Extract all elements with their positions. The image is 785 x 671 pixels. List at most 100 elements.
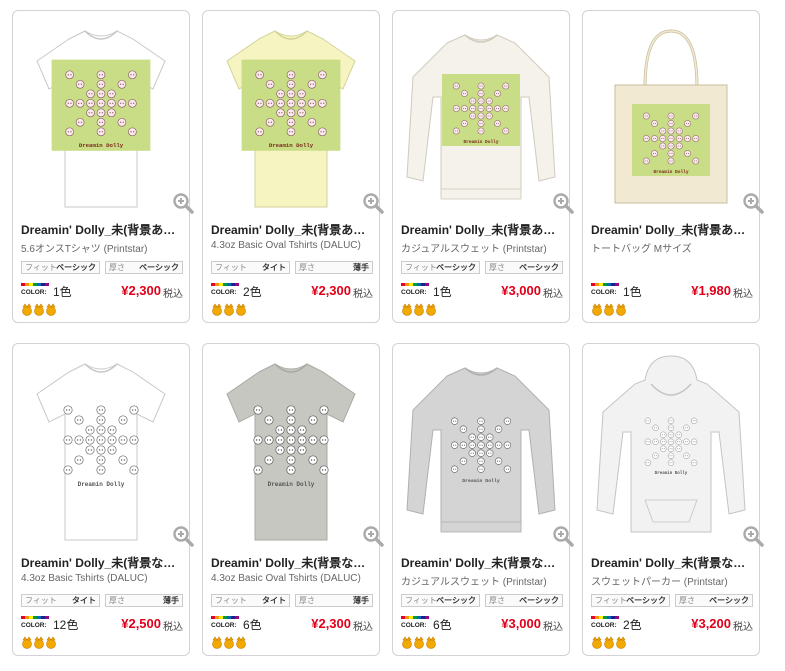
price: ¥3,000	[501, 283, 541, 298]
product-subtitle: 4.3oz Basic Tshirts (DALUC)	[21, 573, 148, 584]
product-card[interactable]: Dreamin Dolly Dreamin' Dolly_未(背景あり… トート…	[582, 10, 764, 323]
thickness-label: 厚さ	[109, 263, 125, 272]
product-card[interactable]: Dreamin Dolly Dreamin' Dolly_未(背景あり… 4.3…	[202, 10, 384, 323]
fit-value: ベーシック	[436, 263, 476, 272]
color-badge-icon: COLOR:	[591, 283, 619, 295]
color-count: 1色	[623, 285, 642, 299]
fit-tag: フィット ベーシック	[591, 594, 670, 607]
tax-label: 税込	[163, 289, 183, 300]
color-badge-icon: COLOR:	[401, 283, 429, 295]
product-card[interactable]: Dreamin Dolly Dreamin' Dolly_未(背景あり… 5.6…	[12, 10, 194, 323]
product-title[interactable]: Dreamin' Dolly_未(背景あり…	[401, 221, 565, 238]
price: ¥3,000	[501, 616, 541, 631]
product-image[interactable]: Dreamin Dolly	[19, 17, 183, 217]
color-count: 1色	[433, 285, 452, 299]
svg-text:Dreamin Dolly: Dreamin Dolly	[655, 471, 688, 476]
fit-tag: フィット タイト	[211, 261, 290, 274]
thickness-value: ベーシック	[709, 596, 749, 605]
thickness-value: 薄手	[353, 596, 369, 605]
product-card[interactable]: Dreamin Dolly Dreamin' Dolly_未(背景なし… カジュ…	[392, 343, 574, 656]
spec-tags: フィット ベーシック 厚さ ベーシック	[591, 594, 753, 608]
zoom-icon[interactable]	[362, 525, 384, 547]
fit-label: フィット	[595, 596, 627, 605]
color-count: 2色	[243, 285, 262, 299]
product-subtitle: 4.3oz Basic Oval Tshirts (DALUC)	[211, 573, 361, 584]
thickness-value: ベーシック	[139, 263, 179, 272]
product-subtitle: スウェットパーカー (Printstar)	[591, 577, 728, 588]
color-badge-icon: COLOR:	[591, 616, 619, 628]
spec-tags: フィット ベーシック 厚さ ベーシック	[401, 261, 563, 275]
product-card[interactable]: Dreamin Dolly Dreamin' Dolly_未(背景なし… スウェ…	[582, 343, 764, 656]
zoom-icon[interactable]	[552, 192, 574, 214]
product-subtitle: 4.3oz Basic Oval Tshirts (DALUC)	[211, 240, 361, 251]
color-count: 12色	[53, 618, 79, 632]
color-badge-icon: COLOR:	[21, 283, 49, 295]
rating-icon	[592, 636, 626, 649]
product-card[interactable]: Dreamin Dolly Dreamin' Dolly_未(背景なし… 4.3…	[202, 343, 384, 656]
product-subtitle: 5.6オンスTシャツ (Printstar)	[21, 244, 148, 255]
fit-value: ベーシック	[56, 263, 96, 272]
product-title[interactable]: Dreamin' Dolly_未(背景なし…	[401, 554, 565, 571]
fit-tag: フィット タイト	[211, 594, 290, 607]
product-image[interactable]: Dreamin Dolly	[399, 350, 563, 550]
rating-icon	[22, 303, 56, 316]
svg-text:Dreamin Dolly: Dreamin Dolly	[462, 478, 500, 484]
zoom-icon[interactable]	[742, 525, 764, 547]
thickness-tag: 厚さ 薄手	[105, 594, 183, 607]
color-badge-icon: COLOR:	[21, 616, 49, 628]
fit-value: タイト	[262, 263, 286, 272]
fit-tag: フィット ベーシック	[401, 261, 480, 274]
spec-tags: フィット タイト 厚さ 薄手	[21, 594, 183, 608]
product-image[interactable]: Dreamin Dolly	[19, 350, 183, 550]
fit-label: フィット	[405, 263, 437, 272]
zoom-icon[interactable]	[172, 192, 194, 214]
thickness-tag: 厚さ ベーシック	[485, 594, 563, 607]
svg-text:COLOR:: COLOR:	[21, 622, 47, 628]
zoom-icon[interactable]	[172, 525, 194, 547]
product-title[interactable]: Dreamin' Dolly_未(背景なし…	[21, 554, 185, 571]
tax-label: 税込	[353, 622, 373, 633]
rating-icon	[212, 303, 246, 316]
svg-text:Dreamin Dolly: Dreamin Dolly	[463, 139, 498, 145]
rating-icon	[592, 303, 626, 316]
product-image[interactable]: Dreamin Dolly	[589, 17, 753, 217]
product-card[interactable]: Dreamin Dolly Dreamin' Dolly_未(背景あり… カジュ…	[392, 10, 574, 323]
price: ¥2,300	[311, 283, 351, 298]
product-title[interactable]: Dreamin' Dolly_未(背景なし…	[591, 554, 755, 571]
thickness-tag: 厚さ 薄手	[295, 261, 373, 274]
zoom-icon[interactable]	[742, 192, 764, 214]
product-title[interactable]: Dreamin' Dolly_未(背景なし…	[211, 554, 375, 571]
product-title[interactable]: Dreamin' Dolly_未(背景あり…	[591, 221, 755, 238]
rating-icon	[22, 636, 56, 649]
product-image[interactable]: Dreamin Dolly	[399, 17, 563, 217]
product-image[interactable]: Dreamin Dolly	[589, 350, 753, 550]
thickness-tag: 厚さ ベーシック	[485, 261, 563, 274]
zoom-icon[interactable]	[552, 525, 574, 547]
thickness-tag: 厚さ ベーシック	[675, 594, 753, 607]
thickness-value: ベーシック	[519, 263, 559, 272]
rating-icon	[402, 636, 436, 649]
product-image[interactable]: Dreamin Dolly	[209, 350, 373, 550]
rating-icon	[212, 636, 246, 649]
tax-label: 税込	[353, 289, 373, 300]
fit-label: フィット	[215, 596, 247, 605]
svg-text:COLOR:: COLOR:	[591, 289, 617, 295]
product-title[interactable]: Dreamin' Dolly_未(背景あり…	[211, 221, 375, 238]
svg-text:Dreamin Dolly: Dreamin Dolly	[653, 169, 688, 175]
zoom-icon[interactable]	[362, 192, 384, 214]
color-badge-icon: COLOR:	[211, 283, 239, 295]
svg-text:Dreamin Dolly: Dreamin Dolly	[268, 481, 315, 488]
product-image[interactable]: Dreamin Dolly	[209, 17, 373, 217]
price: ¥2,500	[121, 616, 161, 631]
thickness-tag: 厚さ ベーシック	[105, 261, 183, 274]
product-subtitle: カジュアルスウェット (Printstar)	[401, 577, 547, 588]
thickness-label: 厚さ	[299, 263, 315, 272]
spec-tags: フィット ベーシック 厚さ ベーシック	[401, 594, 563, 608]
product-title[interactable]: Dreamin' Dolly_未(背景あり…	[21, 221, 185, 238]
fit-tag: フィット ベーシック	[21, 261, 100, 274]
spec-tags: フィット タイト 厚さ 薄手	[211, 594, 373, 608]
product-card[interactable]: Dreamin Dolly Dreamin' Dolly_未(背景なし… 4.3…	[12, 343, 194, 656]
color-badge-icon: COLOR:	[401, 616, 429, 628]
thickness-value: 薄手	[163, 596, 179, 605]
svg-text:Dreamin Dolly: Dreamin Dolly	[79, 142, 124, 149]
